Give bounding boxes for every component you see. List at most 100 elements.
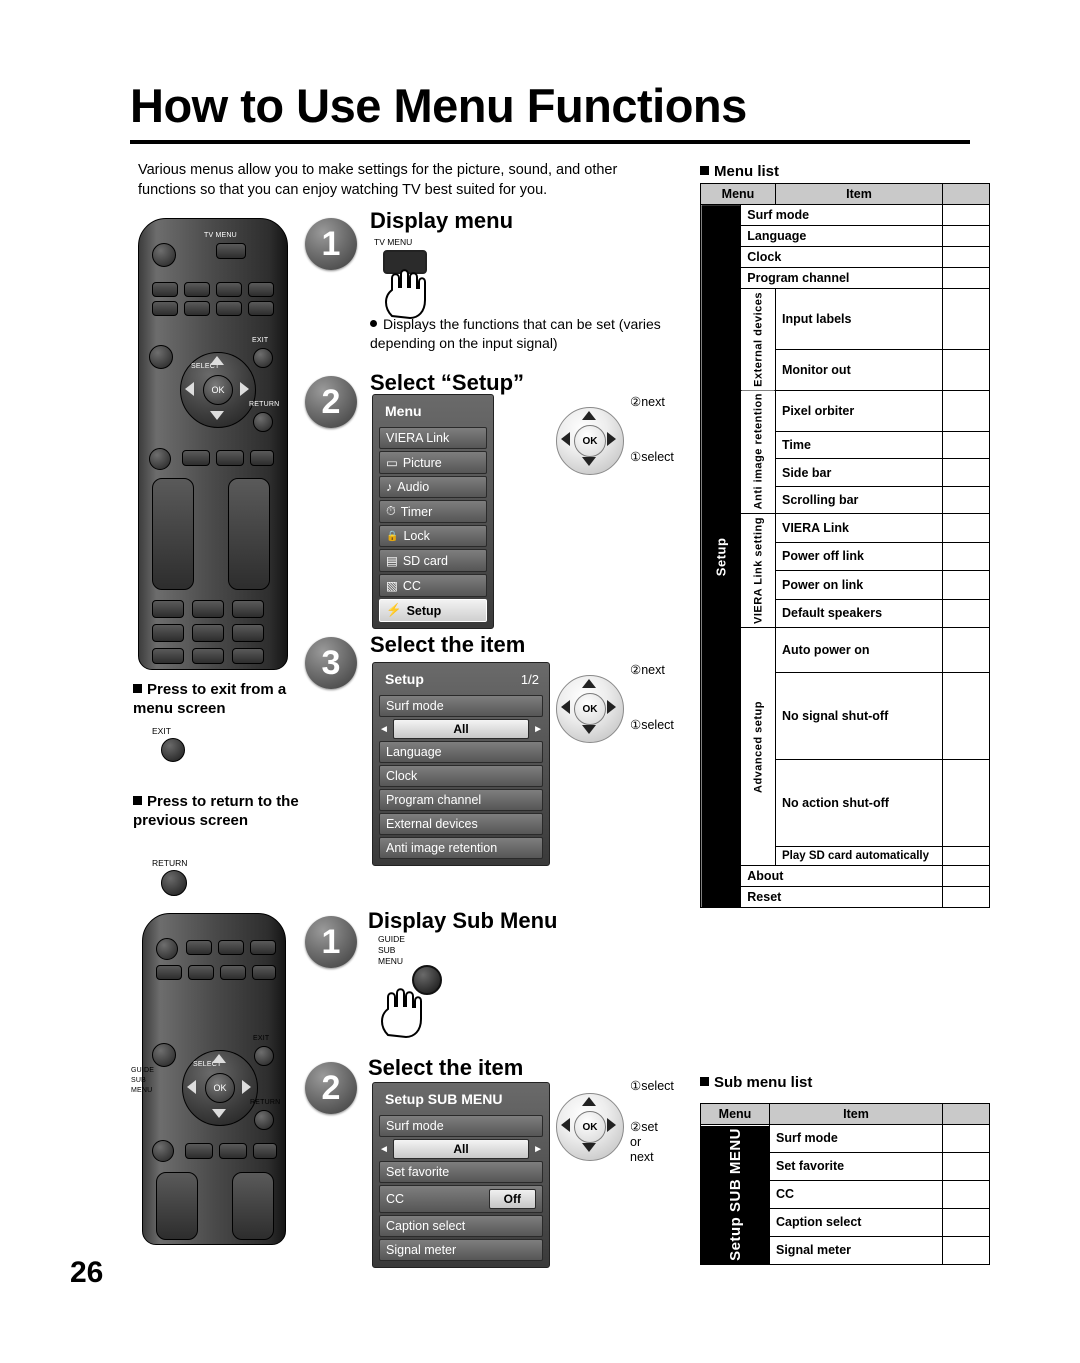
submenu-item-signal-meter[interactable]: Signal meter [379,1239,543,1261]
callout-next: ②next [630,395,665,409]
remote1-dpad-up-icon [210,356,224,365]
menu-row-monitor-out: Monitor out [775,348,943,391]
menu-item-cc[interactable]: ▧ CC [379,574,487,597]
remote1-dpad-down-icon [210,411,224,420]
remote1-channel-bar [228,478,270,590]
ref-cell [942,570,990,600]
sub-row-set-favorite: Set favorite [769,1151,943,1181]
ref-cell [942,204,990,226]
step4-guide-label: GUIDE SUB MENU [378,934,405,966]
menu-row-reset: Reset [740,886,943,909]
menu-item-timer[interactable]: ⏱ Timer [379,500,487,523]
setup-item-external-devices[interactable]: External devices [379,813,543,835]
menu-item-label: Picture [402,455,442,470]
arrow-down-icon [582,457,596,466]
remote1-btn-a3 [216,282,242,297]
table-row: Setup Surf mode [700,204,990,908]
pointing-hand-icon [381,988,422,1039]
menu-item-lock[interactable]: 🔒 Lock [379,525,487,547]
ok-diagram-step3: OK ②next ①select [556,663,706,752]
menu-item-sd-card[interactable]: ▤ SD card [379,549,487,572]
remote1-volume-bar [152,478,194,590]
tip-return-button-label: RETURN [152,858,188,868]
ref-cell [942,225,990,247]
remote2-btn-a2 [218,940,244,955]
setup-surf-mode-slider[interactable]: ◄ All ► [379,719,543,739]
tip-exit: Press to exit from a menu screen [133,681,287,717]
arrow-up-icon [582,1097,596,1106]
remote2-return-button [254,1110,274,1130]
submenu-panel: Setup SUB MENU Surf mode ◄ All ► Set fav… [372,1082,550,1268]
menu-item-label: Lock [403,529,430,543]
ref-cell [942,1151,990,1181]
submenu-surf-mode-value: All [392,1139,530,1159]
remote2-btn-b3 [220,965,246,980]
menu-item-picture[interactable]: ▭ Picture [379,451,487,474]
remote1-btn-a4 [248,282,274,297]
menu-item-setup[interactable]: ⚡ Setup [379,599,487,622]
remote2-btn-c1 [152,1140,174,1162]
setup-item-surf-mode[interactable]: Surf mode [379,695,543,717]
step-4-number: 1 [305,916,357,968]
remote2-btn-b1 [156,965,182,980]
submenu-item-label: Caption select [386,1219,466,1233]
setup-item-language[interactable]: Language [379,741,543,763]
col-header-blank [942,1103,990,1125]
group-external-devices-label: External devices [740,288,776,391]
callout-select: ①select [630,718,674,732]
group-setup-label: Setup [700,204,741,908]
slider-left-arrow-icon: ◄ [379,1143,389,1155]
ok-button-icon: OK [574,425,606,457]
setup-icon: ⚡ [386,603,402,617]
setup-panel: Setup 1/2 Surf mode ◄ All ► Language Clo… [372,662,550,866]
remote1-return-label: RETURN [249,401,280,408]
setup-item-label: Anti image retention [386,841,498,855]
submenu-surf-mode-slider[interactable]: ◄ All ► [379,1139,543,1159]
submenu-cc-value: Off [488,1189,536,1209]
callout-next: ②next [630,663,665,677]
remote1-numpad-4 [152,624,184,642]
submenu-item-cc[interactable]: CC Off [379,1185,543,1213]
remote1-tvmenu-label: TV MENU [204,232,237,239]
table-row: Program channel [701,267,990,289]
menu-item-label: CC [402,578,421,593]
remote1-left-button [149,345,173,369]
table-header-row: Menu Item [700,1103,990,1125]
ref-cell [942,348,990,391]
submenu-item-surf-mode[interactable]: Surf mode [379,1115,543,1137]
remote1-numpad-6 [232,624,264,642]
arrow-left-icon [561,1118,570,1132]
menu-row-viera-link: VIERA Link [775,513,943,543]
submenu-item-caption-select[interactable]: Caption select [379,1215,543,1237]
col-header-item: Item [775,183,943,205]
arrow-up-icon [582,411,596,420]
menu-row-time: Time [775,430,943,460]
menu-row-play-sd-card-automatically: Play SD card automatically [775,846,943,867]
ref-cell [942,759,990,848]
submenu-item-set-favorite[interactable]: Set favorite [379,1161,543,1183]
setup-item-anti-image-retention[interactable]: Anti image retention [379,837,543,859]
menu-panel-title: Menu [385,403,422,419]
menu-item-audio[interactable]: ♪ Audio [379,476,487,498]
ref-cell [942,1124,990,1153]
setup-item-clock[interactable]: Clock [379,765,543,787]
remote2-exit-label: EXIT [253,1035,270,1042]
remote1-numpad-5 [192,624,224,642]
timer-icon: ⏱ [386,504,396,518]
page-title: How to Use Menu Functions [130,79,747,132]
ref-cell [942,1207,990,1237]
menu-item-viera-link[interactable]: VIERA Link [379,427,487,449]
group-viera-link-setting-label: VIERA Link setting [740,513,776,628]
remote1-numpad-8 [192,648,224,664]
ok-diagram-step2: OK ②next ①select [556,395,706,484]
setup-surf-mode-value: All [392,719,530,739]
menu-item-label: Setup [406,603,442,618]
bullet-square-icon [133,684,142,693]
ref-cell [942,1235,990,1265]
setup-item-program-channel[interactable]: Program channel [379,789,543,811]
remote1-dpad-left-icon [185,382,194,396]
remote1-btn-c3 [216,450,244,466]
remote2-btn-c4 [253,1143,277,1159]
step-1-note: Displays the functions that can be set (… [370,316,661,351]
arrow-right-icon [607,700,616,714]
